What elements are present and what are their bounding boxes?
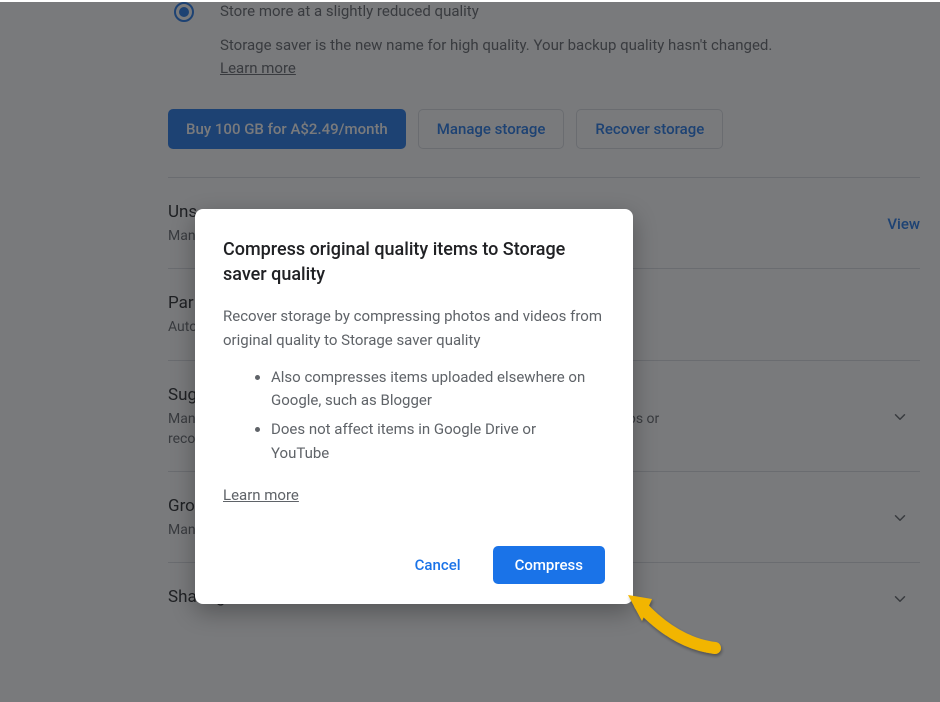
compress-button[interactable]: Compress xyxy=(493,546,605,584)
dialog-description: Recover storage by compressing photos an… xyxy=(223,305,605,352)
compress-dialog: Compress original quality items to Stora… xyxy=(195,209,633,604)
dialog-title: Compress original quality items to Stora… xyxy=(223,237,605,287)
dialog-bullet-item: Also compresses items uploaded elsewhere… xyxy=(271,366,605,413)
dialog-learn-more-link[interactable]: Learn more xyxy=(223,486,299,504)
dialog-bullet-list: Also compresses items uploaded elsewhere… xyxy=(223,366,605,465)
cancel-button[interactable]: Cancel xyxy=(393,546,483,584)
dialog-bullet-item: Does not affect items in Google Drive or… xyxy=(271,418,605,465)
